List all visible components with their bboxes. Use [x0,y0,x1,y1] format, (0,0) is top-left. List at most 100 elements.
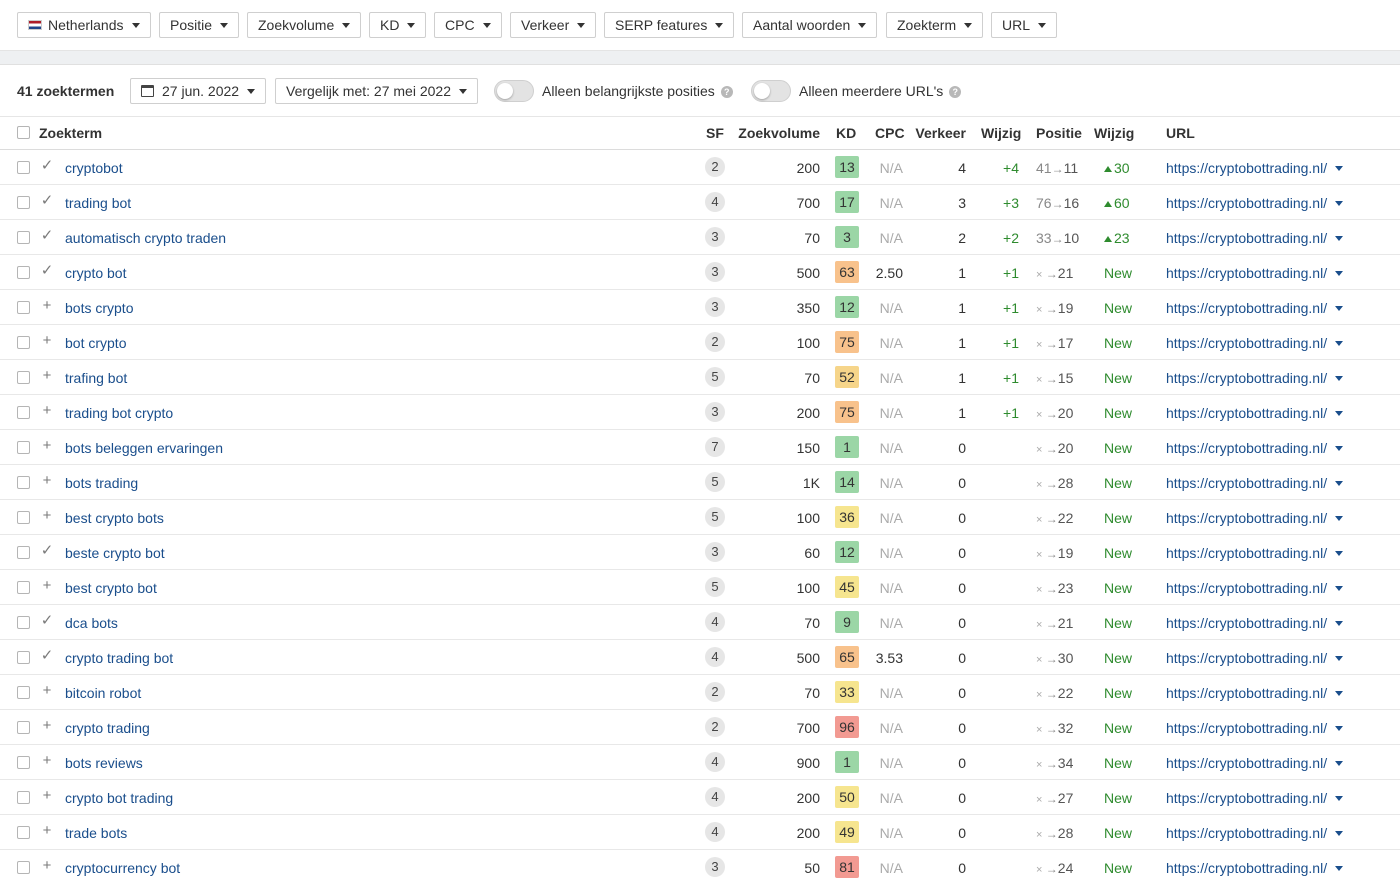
compare-date-button[interactable]: Vergelijk met: 27 mei 2022 [275,78,478,104]
row-checkbox[interactable] [17,826,30,839]
keyword-link[interactable]: trade bots [65,825,127,841]
caret-down-icon[interactable] [1335,551,1344,556]
plus-icon[interactable]: + [40,333,54,348]
caret-down-icon[interactable] [1335,446,1344,451]
url-link[interactable]: https://cryptobottrading.nl/ [1166,195,1344,211]
url-link[interactable]: https://cryptobottrading.nl/ [1166,405,1344,421]
plus-icon[interactable]: + [40,508,54,523]
plus-icon[interactable]: + [40,823,54,838]
filter-serp-features[interactable]: SERP features [604,12,735,38]
keyword-link[interactable]: crypto bot trading [65,790,173,806]
keyword-link[interactable]: crypto trading [65,720,150,736]
caret-down-icon[interactable] [1335,481,1344,486]
check-icon[interactable]: ✓ [40,263,54,278]
row-checkbox[interactable] [17,581,30,594]
header-url[interactable]: URL [1166,125,1195,141]
caret-down-icon[interactable] [1335,271,1344,276]
serp-features-badge[interactable]: 5 [705,577,725,597]
plus-icon[interactable]: + [40,858,54,873]
check-icon[interactable]: ✓ [40,228,54,243]
plus-icon[interactable]: + [40,368,54,383]
row-checkbox[interactable] [17,791,30,804]
serp-features-badge[interactable]: 3 [705,402,725,422]
plus-icon[interactable]: + [40,438,54,453]
serp-features-badge[interactable]: 4 [705,787,725,807]
toggle-top-positions[interactable] [494,80,534,102]
caret-down-icon[interactable] [1335,866,1344,871]
keyword-link[interactable]: automatisch crypto traden [65,230,226,246]
caret-down-icon[interactable] [1335,341,1344,346]
plus-icon[interactable]: + [40,298,54,313]
url-link[interactable]: https://cryptobottrading.nl/ [1166,510,1344,526]
check-icon[interactable]: ✓ [40,648,54,663]
header-keyword[interactable]: Zoekterm [39,125,102,141]
row-checkbox[interactable] [17,406,30,419]
caret-down-icon[interactable] [1335,761,1344,766]
keyword-link[interactable]: trading bot crypto [65,405,173,421]
caret-down-icon[interactable] [1335,726,1344,731]
serp-features-badge[interactable]: 3 [705,857,725,877]
serp-features-badge[interactable]: 2 [705,157,725,177]
check-icon[interactable]: ✓ [40,613,54,628]
row-checkbox[interactable] [17,686,30,699]
plus-icon[interactable]: + [40,788,54,803]
filter-kd[interactable]: KD [369,12,427,38]
row-checkbox[interactable] [17,616,30,629]
header-change[interactable]: Wijzig [981,125,1021,141]
plus-icon[interactable]: + [40,683,54,698]
url-link[interactable]: https://cryptobottrading.nl/ [1166,265,1344,281]
serp-features-badge[interactable]: 3 [705,262,725,282]
plus-icon[interactable]: + [40,473,54,488]
url-link[interactable]: https://cryptobottrading.nl/ [1166,440,1344,456]
row-checkbox[interactable] [17,231,30,244]
caret-down-icon[interactable] [1335,831,1344,836]
keyword-link[interactable]: bots beleggen ervaringen [65,440,223,456]
row-checkbox[interactable] [17,861,30,874]
header-traffic[interactable]: Verkeer [915,125,966,141]
caret-down-icon[interactable] [1335,691,1344,696]
serp-features-badge[interactable]: 3 [705,227,725,247]
help-icon[interactable]: ? [720,86,733,98]
serp-features-badge[interactable]: 2 [705,717,725,737]
keyword-link[interactable]: best crypto bot [65,580,157,596]
toggle-multiple-urls[interactable] [751,80,791,102]
plus-icon[interactable]: + [40,578,54,593]
caret-down-icon[interactable] [1335,201,1344,206]
url-link[interactable]: https://cryptobottrading.nl/ [1166,615,1344,631]
header-sf[interactable]: SF [706,125,724,141]
date-picker-button[interactable]: 27 jun. 2022 [130,78,267,104]
serp-features-badge[interactable]: 2 [705,332,725,352]
serp-features-badge[interactable]: 5 [705,472,725,492]
keyword-link[interactable]: bots trading [65,475,138,491]
url-link[interactable]: https://cryptobottrading.nl/ [1166,580,1344,596]
serp-features-badge[interactable]: 2 [705,682,725,702]
serp-features-badge[interactable]: 4 [705,192,725,212]
row-checkbox[interactable] [17,371,30,384]
keyword-link[interactable]: crypto trading bot [65,650,173,666]
caret-down-icon[interactable] [1335,236,1344,241]
plus-icon[interactable]: + [40,753,54,768]
row-checkbox[interactable] [17,511,30,524]
caret-down-icon[interactable] [1335,411,1344,416]
plus-icon[interactable]: + [40,718,54,733]
serp-features-badge[interactable]: 7 [705,437,725,457]
row-checkbox[interactable] [17,336,30,349]
url-link[interactable]: https://cryptobottrading.nl/ [1166,370,1344,386]
row-checkbox[interactable] [17,196,30,209]
url-link[interactable]: https://cryptobottrading.nl/ [1166,825,1344,841]
row-checkbox[interactable] [17,161,30,174]
url-link[interactable]: https://cryptobottrading.nl/ [1166,790,1344,806]
serp-features-badge[interactable]: 5 [705,507,725,527]
caret-down-icon[interactable] [1335,796,1344,801]
serp-features-badge[interactable]: 4 [705,612,725,632]
url-link[interactable]: https://cryptobottrading.nl/ [1166,230,1344,246]
check-icon[interactable]: ✓ [40,543,54,558]
caret-down-icon[interactable] [1335,166,1344,171]
serp-features-badge[interactable]: 3 [705,297,725,317]
caret-down-icon[interactable] [1335,621,1344,626]
url-link[interactable]: https://cryptobottrading.nl/ [1166,335,1344,351]
row-checkbox[interactable] [17,546,30,559]
keyword-link[interactable]: beste crypto bot [65,545,165,561]
url-link[interactable]: https://cryptobottrading.nl/ [1166,685,1344,701]
serp-features-badge[interactable]: 4 [705,822,725,842]
